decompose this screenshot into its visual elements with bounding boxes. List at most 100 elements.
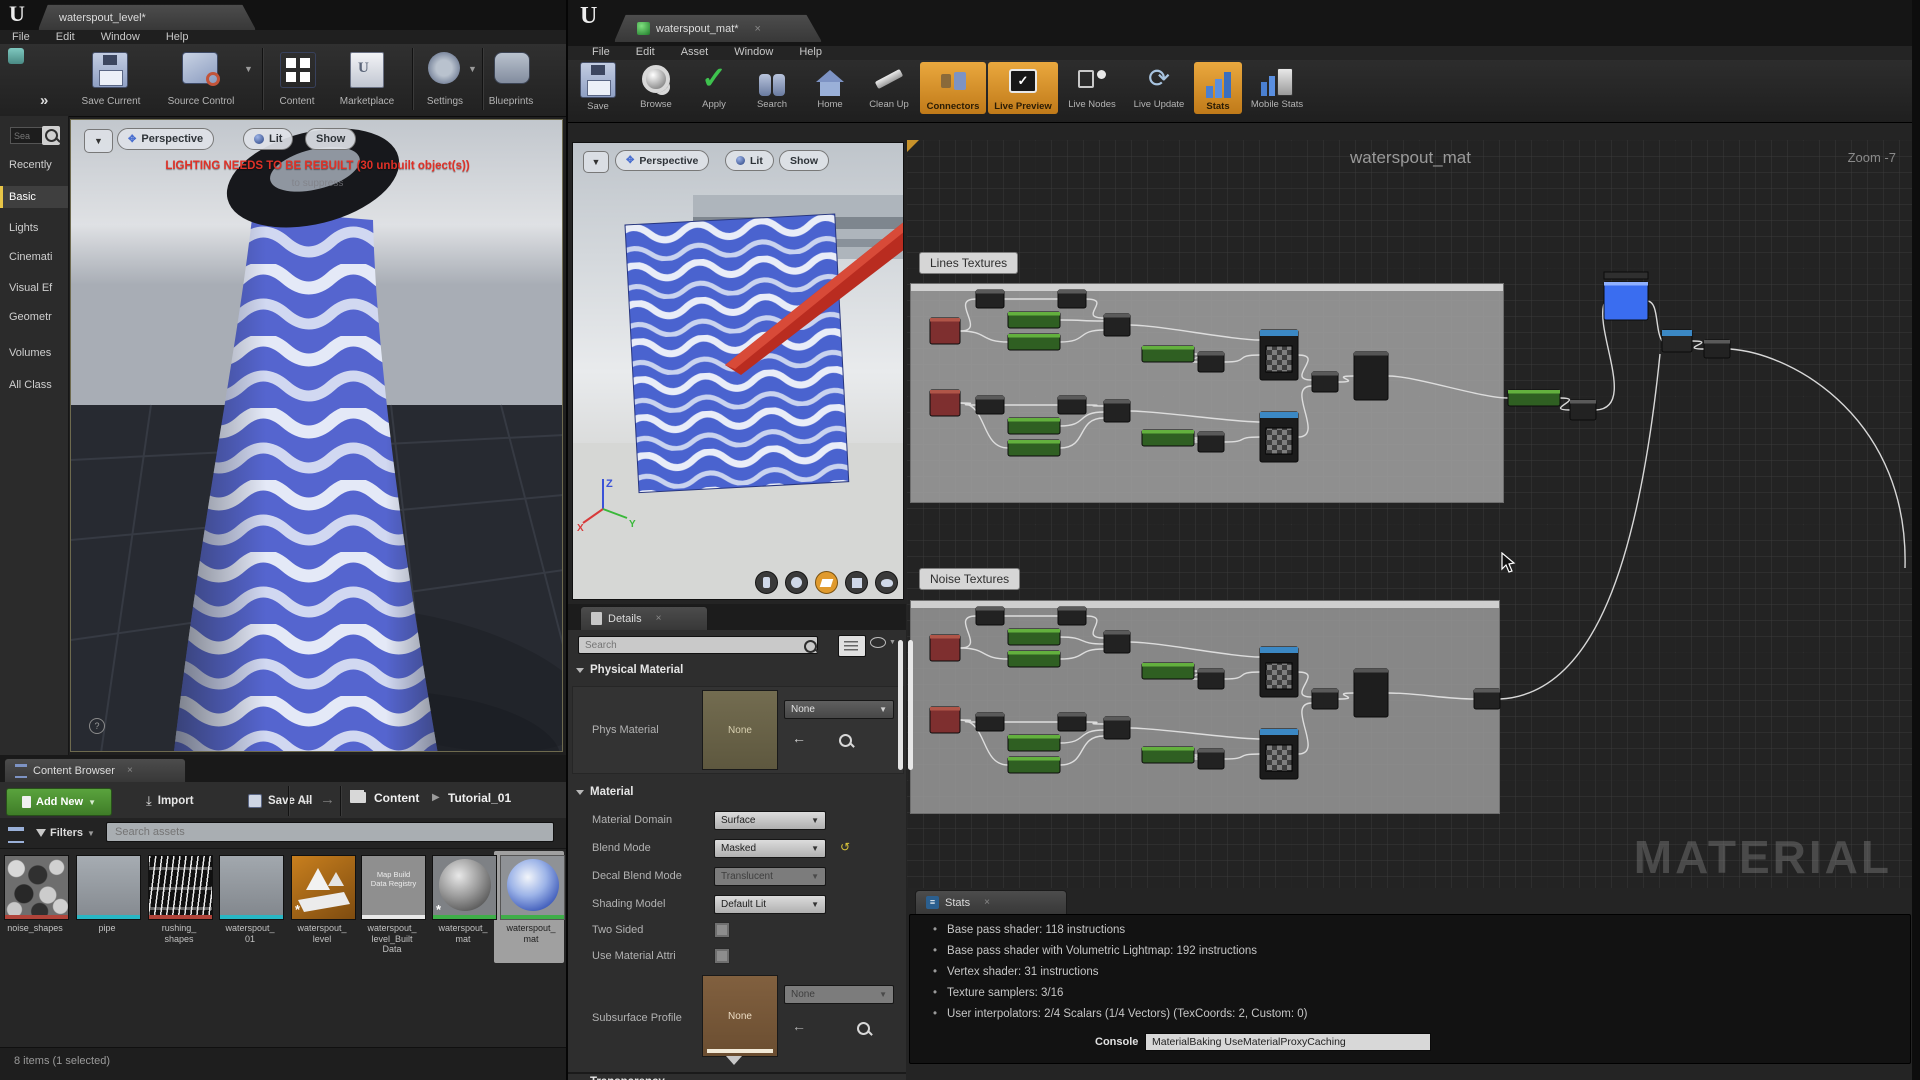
details-scroll-more-icon[interactable] — [726, 1056, 742, 1065]
graph-node[interactable] — [1008, 735, 1060, 751]
details-visibility-button[interactable]: ▼ — [870, 637, 896, 648]
graph-node[interactable] — [1008, 334, 1060, 350]
shape-cube-button[interactable] — [845, 571, 868, 594]
use-material-attributes-checkbox[interactable] — [714, 948, 730, 964]
mode-item-recently[interactable]: Recently — [0, 154, 68, 176]
tab-close-icon[interactable]: × — [755, 23, 761, 35]
graph-node[interactable] — [930, 707, 960, 733]
graph-node[interactable] — [976, 607, 1004, 625]
modes-search-button[interactable] — [42, 126, 60, 145]
shape-teapot-button[interactable] — [875, 571, 898, 594]
stats-tab[interactable]: ≡ Stats × — [915, 890, 1067, 914]
graph-node[interactable] — [1474, 689, 1500, 709]
section-collapse-icon[interactable] — [576, 668, 584, 673]
blend-mode-reset-icon[interactable]: ↺ — [840, 840, 850, 854]
viewport-show-button[interactable]: Show — [305, 128, 356, 150]
subsurface-back-icon[interactable]: ← — [792, 1018, 806, 1034]
graph-node[interactable] — [1508, 390, 1560, 406]
preview-options-caret[interactable]: ▼ — [583, 151, 609, 173]
blueprints-icon[interactable] — [494, 52, 530, 84]
shape-sphere-button[interactable] — [785, 571, 808, 594]
graph-node[interactable] — [976, 713, 1004, 731]
details-grid-button[interactable] — [838, 635, 866, 657]
graph-node[interactable] — [1104, 717, 1130, 739]
menu-file[interactable]: File — [592, 46, 610, 58]
details-tab[interactable]: Details × — [580, 606, 708, 630]
graph-node[interactable] — [1260, 330, 1298, 380]
graph-node[interactable] — [1198, 432, 1224, 452]
expand-chevrons-icon[interactable]: » — [40, 92, 48, 109]
mode-item-visual-effects[interactable]: Visual Ef — [0, 277, 68, 299]
toolbar-home-button[interactable]: Home — [802, 62, 858, 110]
material-domain-dropdown[interactable]: Surface▼ — [714, 811, 826, 830]
mode-item-basic[interactable]: Basic — [0, 186, 68, 208]
content-icon[interactable] — [280, 52, 316, 88]
graph-node[interactable] — [1604, 272, 1648, 320]
graph-node[interactable] — [1354, 352, 1388, 400]
graph-node[interactable] — [1008, 440, 1060, 456]
toolbar-apply-button[interactable]: ✓ Apply — [686, 62, 742, 110]
settings-icon[interactable] — [428, 52, 460, 84]
toolbar-connectors-button[interactable]: Connectors — [920, 62, 986, 114]
toolbar-cleanup-button[interactable]: Clean Up — [860, 62, 918, 110]
asset-tile-waterspout-level[interactable]: * — [291, 855, 356, 920]
toolbar-mobile-stats-button[interactable]: Mobile Stats — [1244, 62, 1310, 110]
tab-close-icon[interactable]: × — [656, 613, 662, 624]
content-browser-tab[interactable]: Content Browser × — [4, 758, 186, 782]
subsurface-browse-icon[interactable] — [857, 1022, 870, 1035]
phys-material-browse-icon[interactable] — [839, 734, 852, 747]
graph-node[interactable] — [1008, 629, 1060, 645]
phys-material-thumbnail[interactable]: None — [702, 690, 778, 770]
toolbar-live-preview-button[interactable]: ✓ Live Preview — [988, 62, 1058, 114]
phys-material-back-icon[interactable]: ← — [792, 730, 806, 746]
add-new-button[interactable]: Add New ▼ — [6, 788, 112, 816]
modes-panel-icon[interactable] — [8, 48, 24, 64]
graph-node[interactable] — [930, 390, 960, 416]
toolbar-live-update-button[interactable]: ⟳ Live Update — [1126, 62, 1192, 110]
details-search-input[interactable] — [578, 636, 818, 654]
details-scrollbar[interactable] — [898, 640, 903, 770]
asset-search-input[interactable] — [106, 822, 554, 842]
menu-edit[interactable]: Edit — [56, 31, 75, 43]
graph-node[interactable] — [1312, 689, 1338, 709]
graph-node[interactable] — [930, 318, 960, 344]
settings-caret-icon[interactable]: ▼ — [468, 64, 477, 74]
menu-asset[interactable]: Asset — [681, 46, 709, 58]
graph-node[interactable] — [1570, 400, 1596, 420]
graph-left-scrollbar[interactable] — [908, 640, 913, 770]
preview-perspective-button[interactable]: ✥ Perspective — [615, 150, 709, 171]
graph-node[interactable] — [1058, 607, 1086, 625]
mode-item-all-classes[interactable]: All Class — [0, 374, 68, 396]
preview-lit-button[interactable]: Lit — [725, 150, 774, 171]
toolbar-save-button[interactable]: Save — [570, 62, 626, 112]
mode-item-cinematic[interactable]: Cinemati — [0, 246, 68, 268]
graph-node[interactable] — [1260, 412, 1298, 462]
menu-window[interactable]: Window — [101, 31, 140, 43]
graph-node[interactable] — [1058, 713, 1086, 731]
menu-help[interactable]: Help — [166, 31, 189, 43]
viewport-lit-button[interactable]: Lit — [243, 128, 293, 150]
graph-node[interactable] — [1354, 669, 1388, 717]
toolbar-live-nodes-button[interactable]: Live Nodes — [1060, 62, 1124, 110]
subsurface-profile-thumbnail[interactable]: None — [702, 975, 778, 1057]
breadcrumb-content[interactable]: Content — [374, 791, 419, 805]
shading-model-dropdown[interactable]: Default Lit▼ — [714, 895, 826, 914]
graph-node[interactable] — [1058, 290, 1086, 308]
asset-tile-noise-shapes[interactable] — [4, 855, 69, 920]
asset-tile-built-data[interactable]: Map Build Data Registry — [361, 855, 426, 920]
filters-button[interactable]: Filters ▼ — [36, 824, 95, 842]
view-options-icon[interactable] — [8, 827, 24, 843]
graph-node[interactable] — [1312, 372, 1338, 392]
graph-node[interactable] — [1008, 651, 1060, 667]
graph-node[interactable] — [1104, 400, 1130, 422]
asset-tile-waterspout-01[interactable] — [219, 855, 284, 920]
menu-edit[interactable]: Edit — [636, 46, 655, 58]
menu-help[interactable]: Help — [799, 46, 822, 58]
level-tab[interactable]: waterspout_level* — [38, 4, 256, 30]
section-collapse-icon[interactable] — [576, 790, 584, 795]
graph-node[interactable] — [1104, 631, 1130, 653]
graph-node[interactable] — [1104, 314, 1130, 336]
source-control-caret-icon[interactable]: ▼ — [244, 64, 253, 74]
viewport-options-caret[interactable]: ▼ — [84, 129, 113, 153]
asset-tile-rushing-shapes[interactable] — [148, 855, 213, 920]
